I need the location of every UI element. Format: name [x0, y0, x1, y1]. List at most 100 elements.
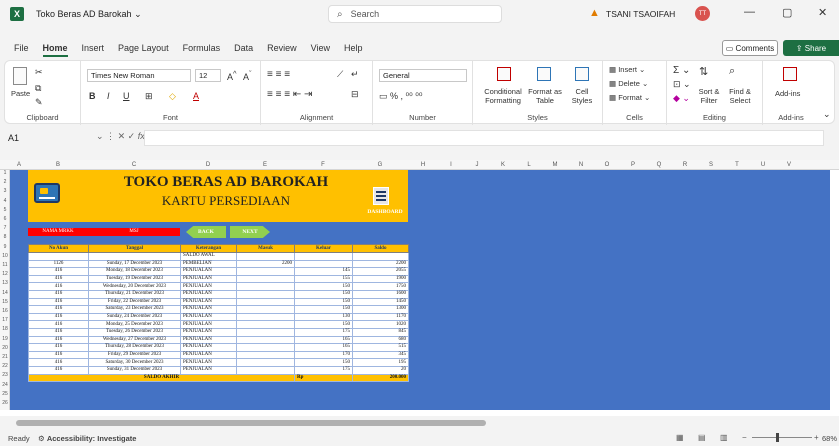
row-number[interactable]: 25: [0, 391, 10, 397]
scrollbar-thumb[interactable]: [16, 420, 486, 426]
cell-akun[interactable]: 416: [28, 350, 89, 360]
cell-tanggal[interactable]: Monday, 18 December 2023: [88, 267, 181, 276]
name-box[interactable]: A1: [6, 130, 86, 146]
font-family-select[interactable]: Times New Roman: [87, 69, 191, 82]
tab-data[interactable]: Data: [234, 43, 253, 53]
addins-button[interactable]: Add-ins: [775, 89, 800, 98]
row-number[interactable]: 20: [0, 345, 10, 351]
cell-ket[interactable]: PENJUALAN: [180, 282, 237, 291]
cell-ket[interactable]: PENJUALAN: [180, 320, 237, 329]
autosum-icon[interactable]: Σ ⌄: [673, 65, 690, 76]
cell-ket[interactable]: PENJUALAN: [180, 358, 237, 367]
column-a[interactable]: A: [10, 160, 28, 170]
column-p[interactable]: P: [620, 160, 646, 170]
cell[interactable]: [88, 252, 181, 261]
cell-keluar[interactable]: 170: [294, 350, 353, 360]
cell-tanggal[interactable]: Tuesday, 26 December 2023: [88, 327, 181, 337]
close-button[interactable]: ✕: [818, 6, 827, 19]
cell-saldo[interactable]: 1300: [352, 305, 409, 314]
row-number[interactable]: 1: [0, 170, 10, 176]
column-n[interactable]: N: [568, 160, 594, 170]
cell-saldo[interactable]: 20: [352, 365, 409, 375]
fill-color-icon[interactable]: ◇: [169, 91, 176, 102]
cut-icon[interactable]: ✂: [35, 67, 43, 78]
cell-akun[interactable]: 416: [28, 365, 89, 375]
cell-keluar[interactable]: 150: [294, 320, 353, 329]
cell-akun[interactable]: 416: [28, 289, 89, 299]
paste-icon[interactable]: [13, 67, 27, 85]
cell-tanggal[interactable]: Friday, 29 December 2023: [88, 350, 181, 360]
increase-font-icon[interactable]: A^: [227, 69, 237, 82]
cell-masuk[interactable]: 2200: [236, 259, 295, 269]
cell-akun[interactable]: 1126: [28, 259, 89, 269]
conditional-formatting-button[interactable]: Conditional Formatting: [479, 87, 527, 105]
cell-keluar[interactable]: 150: [294, 358, 353, 367]
cell-saldo[interactable]: 1900: [352, 274, 409, 284]
cell[interactable]: [236, 252, 295, 261]
cell-ket[interactable]: PEMBELIAN: [180, 259, 237, 269]
cell-masuk[interactable]: [236, 343, 295, 352]
back-button[interactable]: BACK: [186, 226, 226, 238]
cell-tanggal[interactable]: Wednesday, 27 December 2023: [88, 335, 181, 345]
row-number[interactable]: 23: [0, 372, 10, 378]
format-as-table-button[interactable]: Format as Table: [525, 87, 565, 105]
user-name[interactable]: TSANI TSAOIFAH: [606, 9, 675, 19]
tab-insert[interactable]: Insert: [82, 43, 105, 53]
find-select-icon[interactable]: ⌕: [729, 65, 735, 78]
cell-akun[interactable]: 416: [28, 274, 89, 284]
row-number[interactable]: 2: [0, 179, 10, 185]
confirm-icon[interactable]: ✓: [128, 131, 136, 141]
dashboard-icon[interactable]: [373, 187, 389, 205]
cell-tanggal[interactable]: Sunday, 31 December 2023: [88, 365, 181, 375]
column-v[interactable]: V: [776, 160, 802, 170]
cell-ket[interactable]: PENJUALAN: [180, 335, 237, 345]
cancel-icon[interactable]: ✕: [118, 131, 126, 141]
cell[interactable]: [28, 252, 89, 261]
row-number[interactable]: 24: [0, 382, 10, 388]
column-g[interactable]: G: [352, 160, 408, 170]
column-l[interactable]: L: [516, 160, 542, 170]
row-number[interactable]: 5: [0, 207, 10, 213]
cell-akun[interactable]: 416: [28, 335, 89, 345]
row-number[interactable]: 8: [0, 234, 10, 240]
row-number[interactable]: 22: [0, 363, 10, 369]
row-number[interactable]: 13: [0, 280, 10, 286]
zoom-in-icon[interactable]: +: [814, 433, 819, 442]
search-input[interactable]: ⌕ Search: [328, 5, 502, 23]
column-q[interactable]: Q: [646, 160, 672, 170]
row-number[interactable]: 19: [0, 336, 10, 342]
cell-ket[interactable]: PENJUALAN: [180, 267, 237, 276]
column-t[interactable]: T: [724, 160, 750, 170]
cell-saldo[interactable]: 515: [352, 343, 409, 352]
cell-keluar[interactable]: 150: [294, 297, 353, 307]
cell-tanggal[interactable]: Tuesday, 19 December 2023: [88, 274, 181, 284]
cell-ket[interactable]: PENJUALAN: [180, 343, 237, 352]
cell-akun[interactable]: 416: [28, 320, 89, 329]
column-s[interactable]: S: [698, 160, 724, 170]
cell-saldo[interactable]: 1020: [352, 320, 409, 329]
tab-page-layout[interactable]: Page Layout: [118, 43, 169, 53]
cell-masuk[interactable]: [236, 350, 295, 360]
chevron-down-icon[interactable]: ⌄: [96, 131, 104, 141]
row-number[interactable]: 15: [0, 299, 10, 305]
cell-tanggal[interactable]: Friday, 22 December 2023: [88, 297, 181, 307]
tab-formulas[interactable]: Formulas: [183, 43, 221, 53]
cell-keluar[interactable]: 145: [294, 267, 353, 276]
cell-tanggal[interactable]: Wednesday, 20 December 2023: [88, 282, 181, 291]
cell-keluar[interactable]: 130: [294, 312, 353, 322]
format-as-table-icon[interactable]: [537, 67, 551, 81]
clear-icon[interactable]: ◆ ⌄: [673, 93, 690, 104]
bold-button[interactable]: B: [89, 91, 96, 101]
column-f[interactable]: F: [294, 160, 352, 170]
cell-masuk[interactable]: [236, 365, 295, 375]
font-size-select[interactable]: 12: [195, 69, 221, 82]
comments-button[interactable]: ▭ Comments: [722, 40, 778, 56]
row-number[interactable]: 14: [0, 290, 10, 296]
cell-keluar[interactable]: 155: [294, 274, 353, 284]
orientation-icon[interactable]: ⟋: [337, 69, 343, 80]
cell-tanggal[interactable]: Sunday, 17 December 2023: [88, 259, 181, 269]
restore-button[interactable]: ▢: [782, 6, 792, 19]
cell-styles-button[interactable]: Cell Styles: [565, 87, 599, 105]
header-masuk[interactable]: Masuk: [236, 244, 295, 253]
cell-keluar[interactable]: 165: [294, 335, 353, 345]
